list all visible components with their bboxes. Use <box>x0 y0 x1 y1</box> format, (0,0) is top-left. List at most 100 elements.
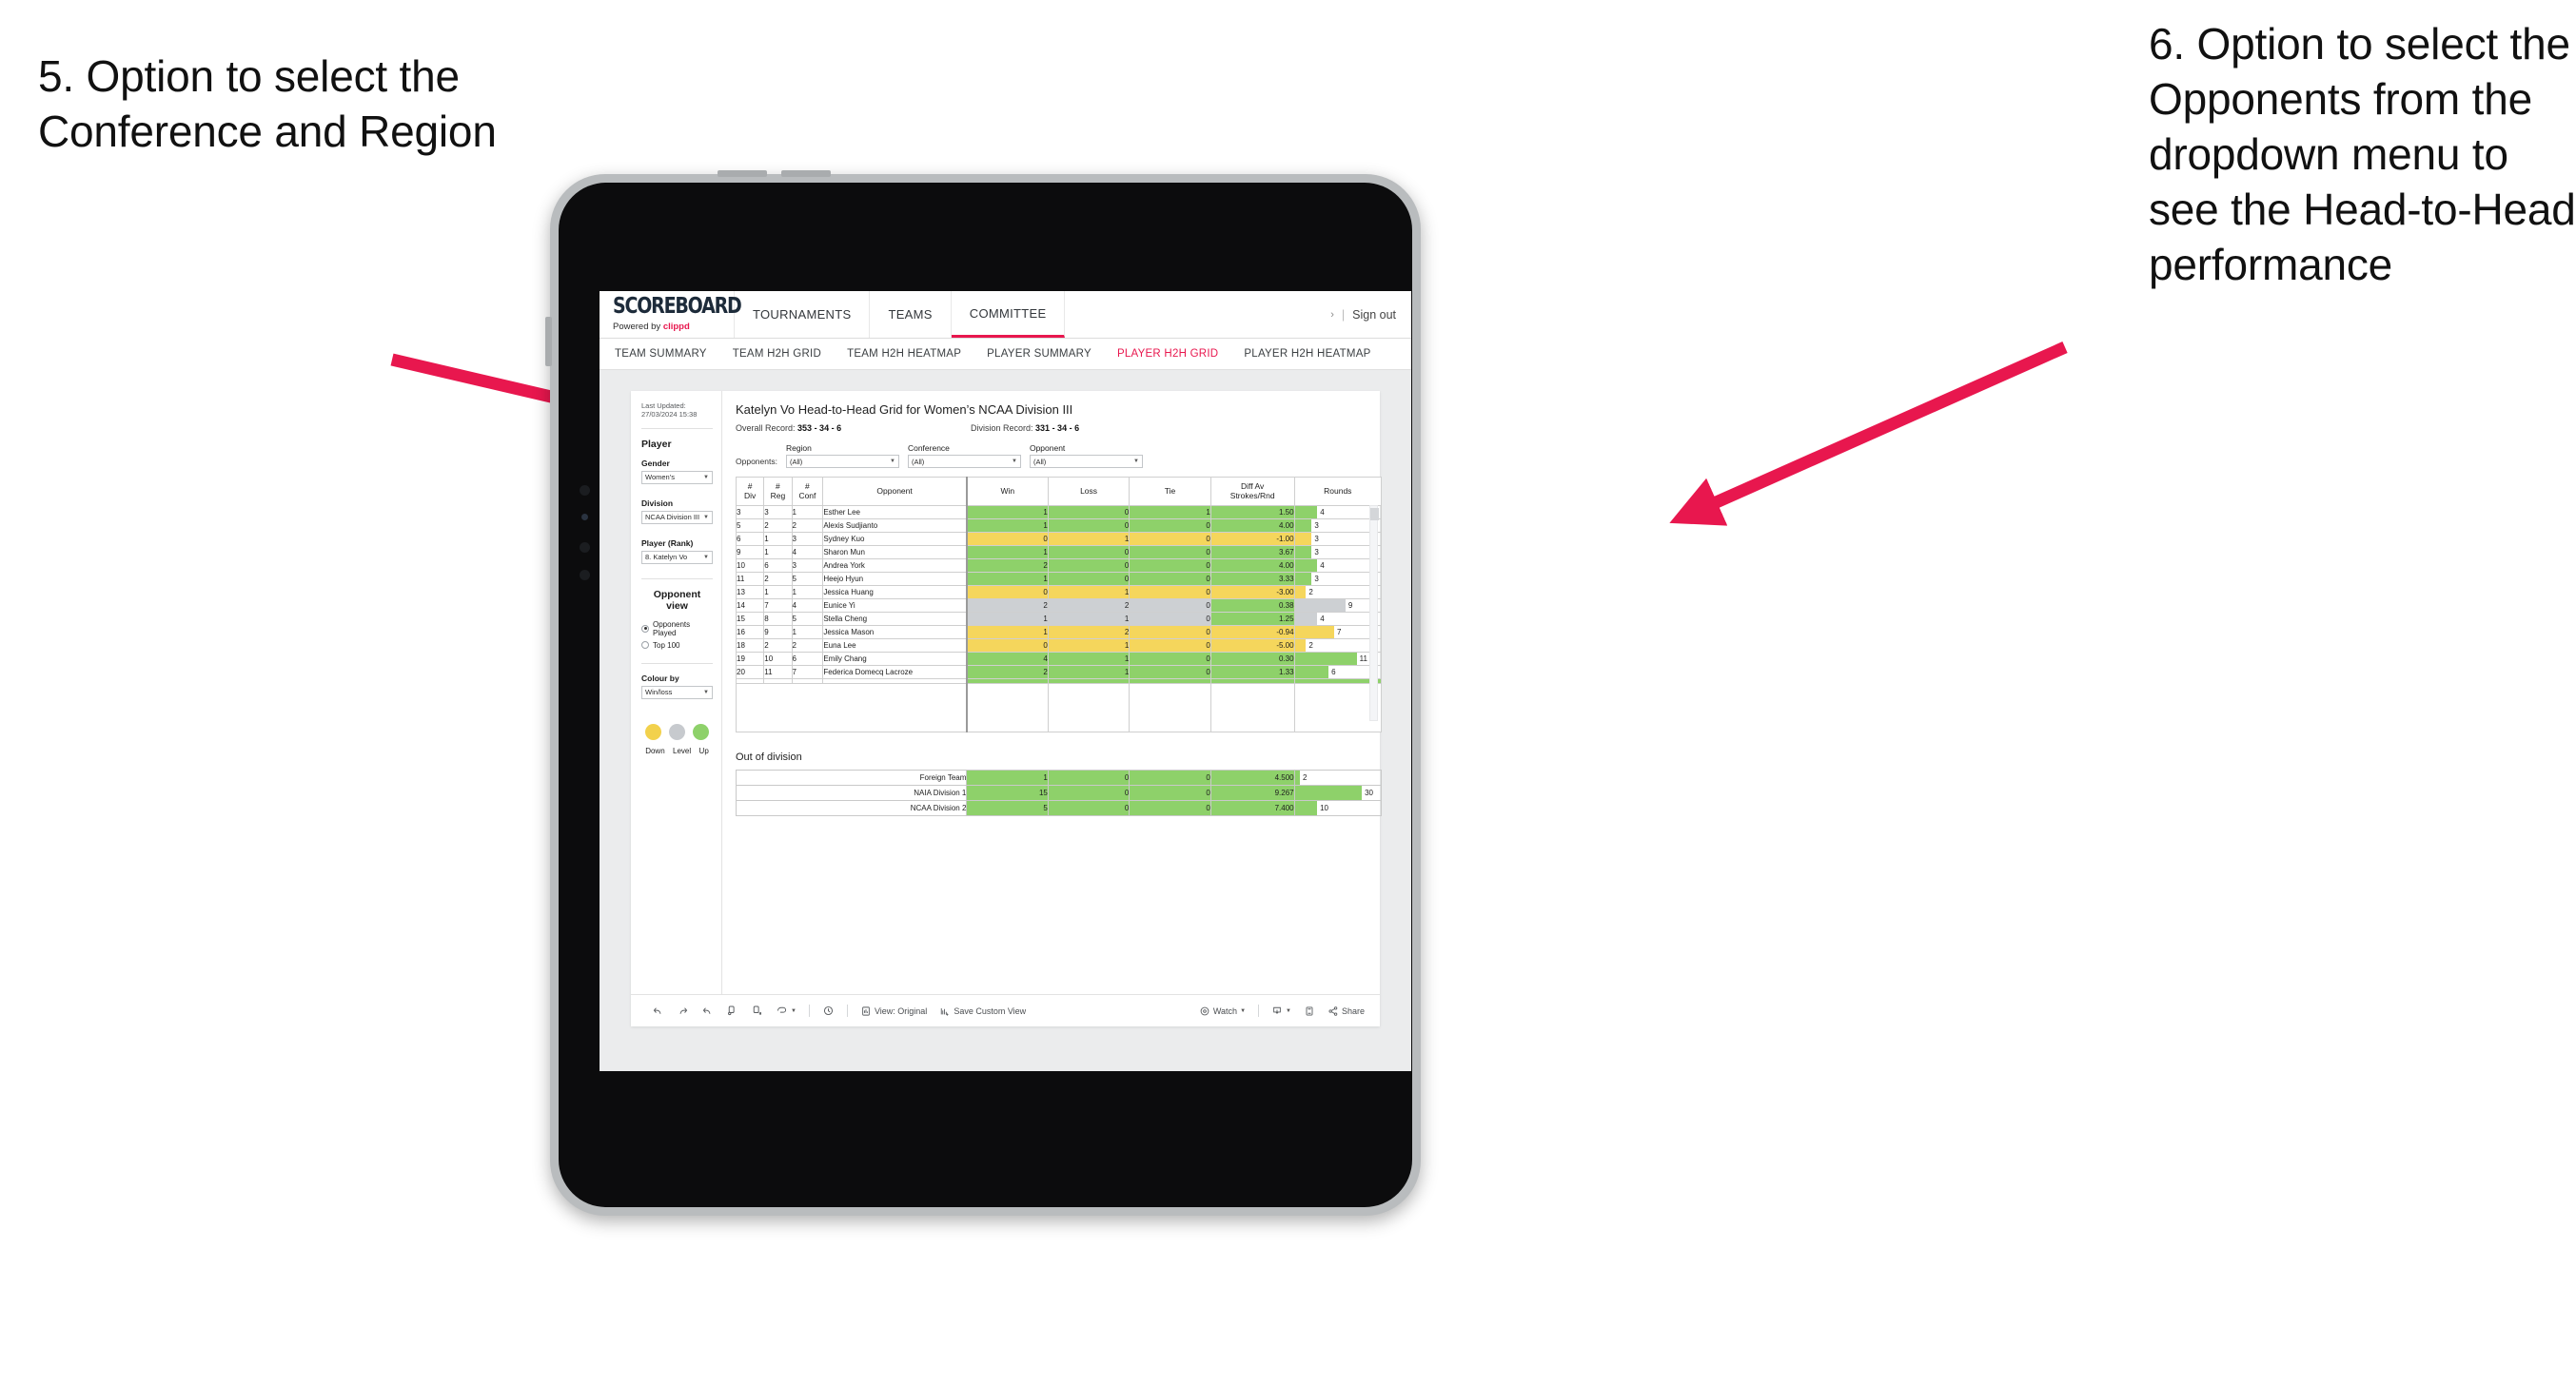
radio-top-100-label: Top 100 <box>653 640 680 650</box>
table-cell: 0 <box>1129 652 1211 666</box>
nav-divider: | <box>1341 307 1346 322</box>
undo-icon[interactable] <box>652 1005 664 1017</box>
nav-committee[interactable]: COMMITTEE <box>951 291 1066 338</box>
clock-history-icon[interactable] <box>822 1005 835 1017</box>
table-cell: 1 <box>791 625 824 639</box>
table-row[interactable]: 19 10 6 Emily Chang 4 1 0 0.30 11 <box>735 652 1383 666</box>
rounds-bar <box>1294 599 1346 612</box>
opponent-select[interactable]: (All) ▼ <box>1029 455 1143 468</box>
table-cell: 14 <box>735 598 765 613</box>
table-row[interactable]: 3 3 1 Esther Lee 1 0 1 1.50 4 <box>735 505 1383 519</box>
radio-opponents-played-label: Opponents Played <box>653 619 691 637</box>
table-cell: Euna Lee <box>822 638 968 653</box>
watch-button[interactable]: Watch ▼ <box>1199 1005 1246 1017</box>
overall-record-label: Overall Record: <box>736 423 796 433</box>
radio-icon-unselected <box>641 641 649 650</box>
subnav-team-h2h-heatmap[interactable]: TEAM H2H HEATMAP <box>847 348 961 360</box>
redo-icon[interactable] <box>677 1005 689 1017</box>
division-select[interactable]: NCAA Division III ▼ <box>641 510 713 524</box>
brand-logo[interactable]: SCOREBOARD Powered by clippd <box>600 291 742 338</box>
grid-scrollbar-thumb[interactable] <box>1370 508 1379 520</box>
subnav-team-h2h-grid[interactable]: TEAM H2H GRID <box>733 348 821 360</box>
table-cell-empty <box>966 683 1049 732</box>
table-cell: 2 <box>763 518 793 533</box>
table-cell: Esther Lee <box>822 505 968 519</box>
grid-col-header: Diff Av Strokes/Rnd <box>1209 477 1295 506</box>
rounds-bar <box>1294 639 1307 652</box>
revert-icon[interactable] <box>701 1005 714 1017</box>
loop-icon[interactable]: ▼ <box>776 1005 796 1017</box>
pause-auto-update-icon[interactable] <box>751 1005 763 1017</box>
page-title: Katelyn Vo Head-to-Head Grid for Women’s… <box>736 402 1073 417</box>
legend-label-down: Down <box>645 746 665 755</box>
table-row[interactable]: 11 2 5 Heejo Hyun 1 0 0 3.33 3 <box>735 572 1383 586</box>
grid-col-header: # Conf <box>791 477 824 506</box>
table-cell: 2 <box>966 665 1049 679</box>
table-cell: 10 <box>763 652 793 666</box>
rounds-bar-cell: 3 <box>1293 572 1383 586</box>
download-icon[interactable]: ▼ <box>1271 1005 1291 1017</box>
toolbar-right-group: Watch ▼ ▼ Share <box>1199 1005 1380 1017</box>
grid-col-header: Win <box>966 477 1049 506</box>
table-cell: 9.267 <box>1209 785 1295 801</box>
table-row[interactable]: 14 7 4 Eunice Yi 2 2 0 0.38 9 <box>735 598 1383 613</box>
subnav-team-summary[interactable]: TEAM SUMMARY <box>615 348 707 360</box>
table-row[interactable]: 10 6 3 Andrea York 2 0 0 4.00 4 <box>735 558 1383 573</box>
nav-tournaments[interactable]: TOURNAMENTS <box>735 291 871 338</box>
rounds-value: 4 <box>1320 508 1325 517</box>
table-cell: 1 <box>1047 652 1131 666</box>
gender-select[interactable]: Women’s ▼ <box>641 470 713 484</box>
rounds-value: 2 <box>1308 641 1313 650</box>
table-row[interactable]: Foreign Team 1 0 0 4.500 2 <box>735 770 1383 786</box>
region-filter-label: Region <box>785 443 812 453</box>
grid-header-row: # Div # Reg # Conf Opponent Win Loss Tie Diff Av St… <box>735 477 1383 506</box>
grid-scrollbar[interactable] <box>1369 505 1379 721</box>
table-row[interactable]: 20 11 7 Federica Domecq Lacroze 2 1 0 1.33 6 <box>735 665 1383 679</box>
nav-teams[interactable]: TEAMS <box>870 291 952 338</box>
overall-record: Overall Record: 353 - 34 - 6 <box>736 423 971 433</box>
refresh-data-icon[interactable] <box>726 1005 738 1017</box>
subnav-player-summary[interactable]: PLAYER SUMMARY <box>987 348 1091 360</box>
player-rank-select[interactable]: 8. Katelyn Vo ▼ <box>641 550 713 564</box>
grid-col-header: Tie <box>1129 477 1211 506</box>
radio-top-100[interactable]: Top 100 <box>641 641 713 650</box>
table-row[interactable]: 15 8 5 Stella Cheng 1 1 0 1.25 4 <box>735 612 1383 626</box>
legend-label-level: Level <box>673 746 692 755</box>
sub-navigation-bar: TEAM SUMMARY TEAM H2H GRID TEAM H2H HEAT… <box>600 339 1411 370</box>
colour-by-select[interactable]: Win/loss ▼ <box>641 685 713 699</box>
fullscreen-icon[interactable] <box>1304 1005 1315 1017</box>
rounds-bar <box>1294 666 1329 678</box>
volume-button-up <box>718 170 767 177</box>
table-row[interactable]: NAIA Division 1 15 0 0 9.267 30 <box>735 785 1383 801</box>
subnav-player-h2h-grid[interactable]: PLAYER H2H GRID <box>1117 348 1218 360</box>
table-row[interactable]: 6 1 3 Sydney Kuo 0 1 0 -1.00 3 <box>735 532 1383 546</box>
table-row[interactable]: 5 2 2 Alexis Sudjianto 1 0 0 4.00 3 <box>735 518 1383 533</box>
volume-button-down <box>781 170 831 177</box>
table-cell: 0 <box>1047 785 1131 801</box>
subnav-player-h2h-heatmap[interactable]: PLAYER H2H HEATMAP <box>1244 348 1370 360</box>
save-custom-view-button[interactable]: Save Custom View <box>939 1005 1026 1017</box>
table-row[interactable]: 13 1 1 Jessica Huang 0 1 0 -3.00 2 <box>735 585 1383 599</box>
conference-filter-label: Conference <box>907 443 950 453</box>
grid-col-header: Loss <box>1047 477 1131 506</box>
conference-select[interactable]: (All) ▼ <box>907 455 1021 468</box>
chevron-right-icon[interactable]: › <box>1330 309 1334 321</box>
table-cell: 1 <box>966 505 1049 519</box>
table-cell: 3 <box>791 532 824 546</box>
region-select[interactable]: (All) ▼ <box>785 455 899 468</box>
top-nav-items: TOURNAMENTS TEAMS COMMITTEE <box>735 291 1066 338</box>
sign-out-link[interactable]: Sign out <box>1352 308 1396 322</box>
table-row[interactable]: NCAA Division 2 5 0 0 7.400 10 <box>735 800 1383 816</box>
radio-opponents-played[interactable]: Opponents Played <box>641 620 713 637</box>
table-row[interactable]: 16 9 1 Jessica Mason 1 2 0 -0.94 7 <box>735 625 1383 639</box>
table-row[interactable]: 18 2 2 Euna Lee 0 1 0 -5.00 2 <box>735 638 1383 653</box>
rounds-value: 7 <box>1337 628 1342 636</box>
rounds-bar-cell: 7 <box>1293 625 1383 639</box>
rounds-bar <box>1294 573 1312 585</box>
table-row[interactable]: 9 1 4 Sharon Mun 1 0 0 3.67 3 <box>735 545 1383 559</box>
view-original-button[interactable]: View: Original <box>860 1005 927 1017</box>
share-button[interactable]: Share <box>1327 1005 1365 1017</box>
chevron-down-icon: ▼ <box>890 459 895 464</box>
brand-tagline: Powered by clippd <box>613 322 734 332</box>
rounds-bar-cell: 2 <box>1293 638 1383 653</box>
